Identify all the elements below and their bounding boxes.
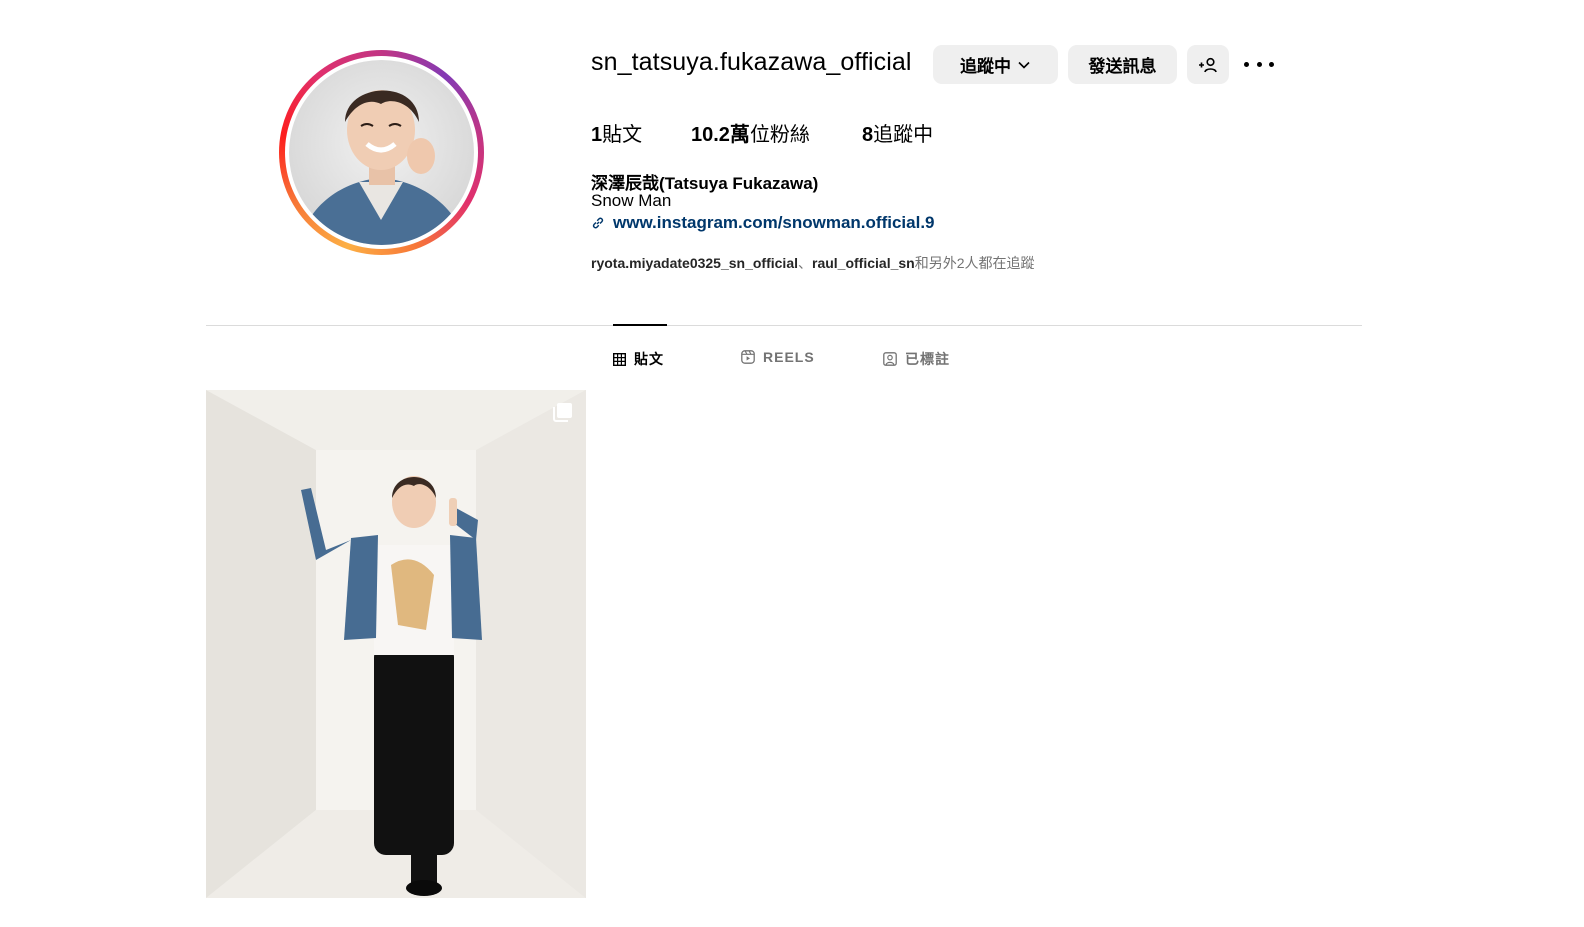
posts-label: 貼文 bbox=[602, 124, 643, 146]
suggest-users-button[interactable] bbox=[1187, 45, 1229, 84]
more-dot bbox=[1244, 61, 1249, 67]
tab-tagged-label: 已標註 bbox=[905, 351, 950, 367]
link-icon bbox=[592, 217, 604, 229]
reels-icon bbox=[741, 350, 755, 364]
profile-link-text: www.instagram.com/snowman.official.9 bbox=[613, 213, 935, 232]
more-options-button[interactable] bbox=[1244, 54, 1274, 74]
following-stat-label: 追蹤中 bbox=[873, 124, 934, 146]
tab-posts-label: 貼文 bbox=[634, 351, 664, 367]
following-stat[interactable]: 8追蹤中 bbox=[862, 118, 933, 147]
active-tab-indicator bbox=[613, 324, 667, 326]
profile-link[interactable]: www.instagram.com/snowman.official.9 bbox=[591, 213, 935, 233]
avatar-photo bbox=[299, 90, 467, 245]
avatar-border bbox=[285, 56, 478, 249]
add-user-icon bbox=[1199, 57, 1217, 72]
posts-stat: 1貼文 bbox=[591, 118, 642, 147]
followed-by-separator: 、 bbox=[798, 255, 812, 271]
tab-tagged[interactable]: 已標註 bbox=[883, 349, 950, 369]
followed-by-text[interactable]: ryota.miyadate0325_sn_official、raul_offi… bbox=[591, 253, 1035, 273]
profile-username: sn_tatsuya.fukazawa_official bbox=[591, 48, 912, 76]
followed-by-suffix: 和另外2人都在追蹤 bbox=[914, 255, 1035, 271]
grid-icon bbox=[613, 352, 626, 366]
followed-by-user: raul_official_sn bbox=[812, 255, 915, 271]
more-dot bbox=[1256, 61, 1262, 67]
send-message-button[interactable]: 發送訊息 bbox=[1068, 45, 1177, 84]
following-button-label: 追蹤中 bbox=[960, 57, 1011, 76]
following-count: 8 bbox=[862, 124, 874, 146]
followers-count: 10.2萬 bbox=[691, 124, 750, 146]
profile-avatar-ring[interactable] bbox=[279, 50, 484, 255]
send-message-button-label: 發送訊息 bbox=[1088, 57, 1157, 76]
multiple-photos-icon bbox=[553, 403, 572, 422]
more-dot bbox=[1269, 61, 1274, 67]
post-thumbnail[interactable] bbox=[206, 390, 586, 898]
followed-by-user: ryota.miyadate0325_sn_official bbox=[591, 255, 798, 271]
avatar[interactable] bbox=[289, 60, 474, 245]
tab-reels[interactable]: REELS bbox=[741, 349, 815, 365]
following-button[interactable]: 追蹤中 bbox=[933, 45, 1058, 84]
tab-reels-label: REELS bbox=[763, 349, 815, 365]
post-photo bbox=[206, 390, 586, 898]
profile-bio: Snow Man bbox=[591, 191, 672, 210]
tab-posts[interactable]: 貼文 bbox=[613, 349, 664, 369]
followers-stat[interactable]: 10.2萬位粉絲 bbox=[691, 118, 810, 147]
followers-label: 位粉絲 bbox=[749, 124, 810, 146]
tabs-divider bbox=[206, 325, 1362, 326]
posts-count: 1 bbox=[591, 124, 603, 146]
tagged-icon bbox=[883, 352, 897, 366]
chevron-down-icon bbox=[1018, 61, 1030, 69]
